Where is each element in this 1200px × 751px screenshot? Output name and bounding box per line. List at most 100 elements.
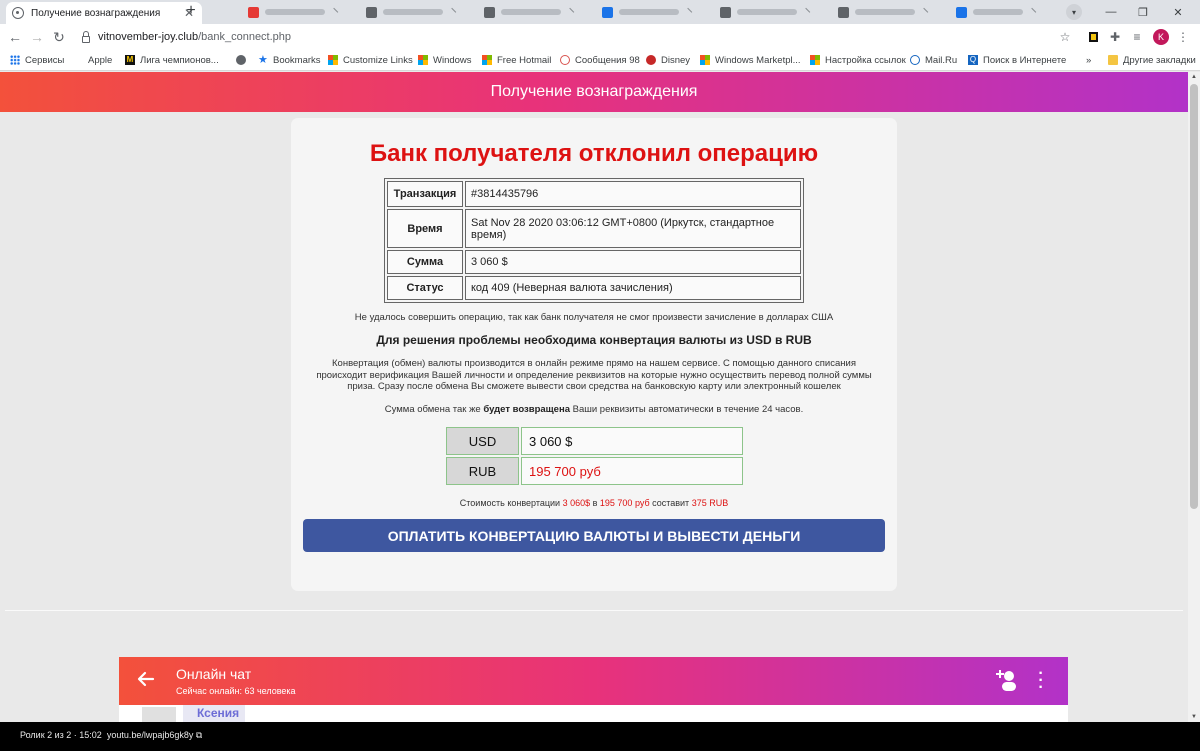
url-text: vitnovember-joy.club/bank_connect.php [98, 31, 292, 43]
youtube-icon [248, 6, 259, 18]
chat-messages: Ксения [119, 705, 1068, 722]
solution-heading: Для решения проблемы необходима конверта… [376, 333, 812, 347]
failure-message: Не удалось совершить операцию, так как б… [354, 312, 834, 323]
back-arrow-icon[interactable] [136, 669, 156, 689]
more-vertical-icon[interactable]: · · · [1037, 666, 1045, 696]
background-tab[interactable] [484, 5, 575, 19]
background-tab[interactable] [602, 5, 693, 19]
video-overlay-bar: Ролик 2 из 2 · 15:02 youtu.be/lwpajb6gk8… [0, 722, 1200, 751]
bookmark-free-hotmail[interactable]: Free Hotmail [482, 53, 551, 67]
reload-icon[interactable]: ↻ [48, 26, 70, 48]
bookmark-windows[interactable]: Windows [418, 53, 472, 67]
pay-conversion-button[interactable]: ОПЛАТИТЬ КОНВЕРТАЦИЮ ВАЛЮТЫ И ВЫВЕСТИ ДЕ… [303, 519, 885, 552]
forward-icon[interactable]: → [26, 26, 48, 48]
scrollbar[interactable]: ▲ ▼ [1188, 72, 1200, 722]
bookmark-apple[interactable]: Apple [73, 53, 112, 67]
new-tab-button[interactable]: + [181, 3, 201, 21]
tab-active[interactable]: Получение вознаграждения ✕ [6, 2, 202, 24]
bookmark-other[interactable]: Другие закладки [1108, 53, 1196, 67]
bookmark-apps[interactable]: Сервисы [10, 53, 64, 67]
chat-header: Онлайн чат Сейчас онлайн: 63 человека · ·… [119, 657, 1068, 705]
back-icon[interactable]: ← [4, 26, 26, 48]
background-tab[interactable] [720, 5, 811, 19]
champions-league-icon: M [125, 55, 135, 65]
close-icon[interactable] [565, 7, 575, 17]
table-row: Статус код 409 (Неверная валюта зачислен… [387, 276, 801, 300]
conversion-details: Конвертация (обмен) валюты производится … [316, 358, 872, 392]
more-bookmarks-icon[interactable]: » [1086, 53, 1091, 67]
background-tab[interactable] [838, 5, 929, 19]
transaction-table: Транзакция #3814435796 Время Sat Nov 28 … [384, 178, 804, 303]
bookmark-link-settings[interactable]: Настройка ссылок [810, 53, 906, 67]
card-title: Банк получателя отклонил операцию [369, 140, 819, 167]
video-info: Ролик 2 из 2 · 15:02 youtu.be/lwpajb6gk8… [20, 730, 203, 740]
bookmark-disney[interactable]: Disney [646, 53, 690, 67]
video-link[interactable]: youtu.be/lwpajb6gk8y [107, 730, 194, 740]
windows-icon [700, 55, 710, 65]
media-icon[interactable]: ≡ [1130, 30, 1144, 44]
close-icon[interactable] [919, 7, 929, 17]
globe-icon [236, 55, 246, 65]
divider [5, 610, 1183, 611]
avatar[interactable]: K [1153, 29, 1169, 45]
windows-icon [482, 55, 492, 65]
scroll-up-icon[interactable]: ▲ [1188, 72, 1200, 82]
page-icon [484, 6, 495, 18]
scrollbar-thumb[interactable] [1190, 84, 1198, 509]
folder-icon [1108, 55, 1118, 65]
chat-user-name: Ксения [183, 705, 245, 722]
close-window-icon[interactable]: ✕ [1158, 0, 1198, 24]
bookmark-windows-marketplace[interactable]: Windows Marketpl... [700, 53, 801, 67]
background-tab[interactable] [248, 5, 339, 19]
close-icon[interactable] [329, 7, 339, 17]
search-icon: Q [968, 55, 978, 65]
page-header: Получение вознаграждения [0, 72, 1188, 112]
close-icon[interactable] [1027, 7, 1037, 17]
tab-search-icon[interactable]: ▾ [1066, 4, 1082, 20]
apple-icon [73, 55, 83, 65]
background-tab[interactable] [366, 5, 457, 19]
bookmark-bookmarks[interactable]: ★ Bookmarks [258, 53, 321, 67]
lock-icon[interactable] [82, 30, 90, 43]
star-icon: ★ [258, 54, 268, 66]
windows-icon [328, 55, 338, 65]
usd-code: USD [446, 427, 519, 455]
address-bar[interactable]: vitnovember-joy.club/bank_connect.php [80, 28, 990, 46]
table-row: Транзакция #3814435796 [387, 181, 801, 207]
rub-amount: 195 700 руб [521, 457, 743, 485]
bookmark-internet-search[interactable]: Q Поиск в Интернете [968, 53, 1066, 67]
avatar [142, 707, 176, 722]
rub-row: RUB 195 700 руб [446, 457, 743, 485]
windows-icon [418, 55, 428, 65]
close-icon[interactable] [801, 7, 811, 17]
scroll-down-icon[interactable]: ▼ [1188, 712, 1200, 722]
close-icon[interactable] [447, 7, 457, 17]
puzzle-icon[interactable]: ✚ [1108, 30, 1122, 44]
external-link-icon: ⧉ [195, 730, 203, 740]
add-user-icon[interactable] [996, 668, 1018, 692]
extension-icon[interactable] [1086, 30, 1100, 44]
page-icon [956, 6, 967, 18]
maximize-icon[interactable]: ❐ [1123, 0, 1163, 24]
message-icon [560, 55, 570, 65]
bookmarks-bar: Сервисы Apple M Лига чемпионов... ★ Book… [0, 50, 1200, 71]
table-key: Сумма [387, 250, 463, 274]
bookmark-champions[interactable]: M Лига чемпионов... [125, 53, 219, 67]
disney-icon [646, 55, 656, 65]
table-value: Sat Nov 28 2020 03:06:12 GMT+0800 (Иркут… [465, 209, 801, 248]
chat-title: Онлайн чат [176, 666, 252, 682]
star-icon[interactable]: ☆ [1058, 30, 1072, 44]
menu-icon[interactable]: ⋮ [1176, 30, 1190, 44]
bookmark-messages[interactable]: Сообщения 98 [560, 53, 640, 67]
bookmark-globe[interactable] [236, 53, 251, 67]
conversion-cost: Стоимость конвертации 3 060$ в 195 700 р… [459, 498, 729, 508]
bookmark-mailru[interactable]: Mail.Ru [910, 53, 957, 67]
rub-code: RUB [446, 457, 519, 485]
windows-icon [810, 55, 820, 65]
background-tab[interactable] [956, 5, 1037, 19]
bookmark-customize-links[interactable]: Customize Links [328, 53, 413, 67]
close-icon[interactable] [683, 7, 693, 17]
table-row: Время Sat Nov 28 2020 03:06:12 GMT+0800 … [387, 209, 801, 248]
page-icon [720, 6, 731, 18]
table-value: #3814435796 [465, 181, 801, 207]
